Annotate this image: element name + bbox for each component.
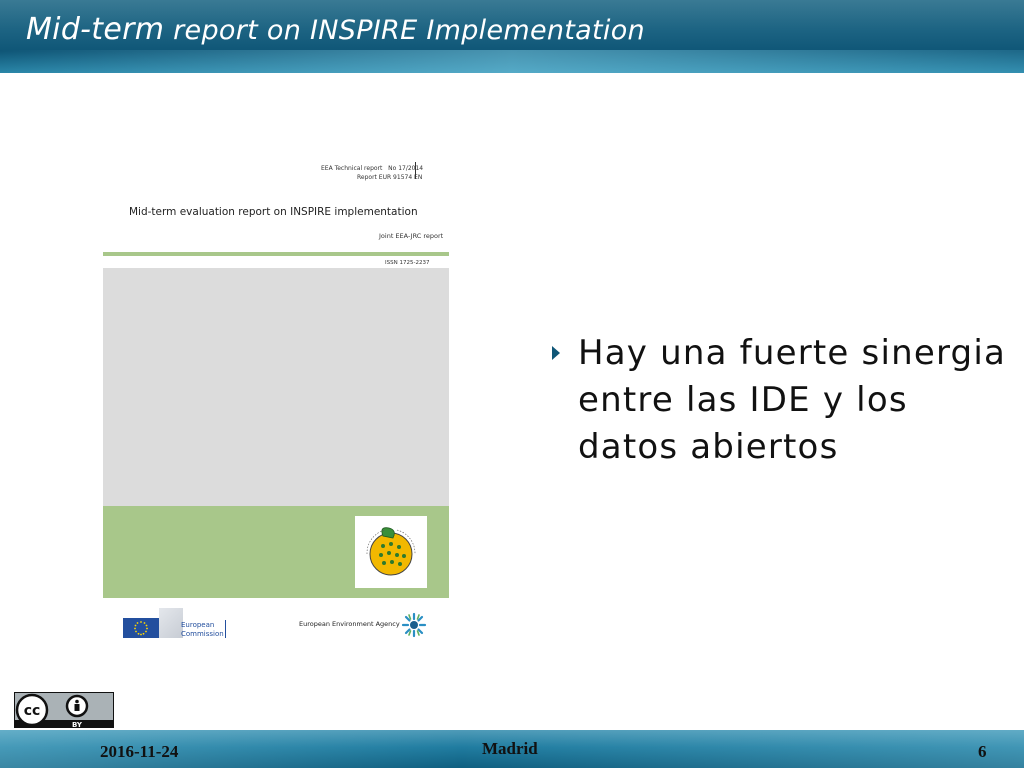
inspire-logo — [355, 516, 427, 588]
eu-flag — [123, 618, 159, 638]
cover-joint-report: Joint EEA-JRC report — [379, 232, 444, 240]
cover-tech-number: No 17/2014 — [388, 165, 424, 172]
footer-bar: 2016-11-24 Madrid 6 — [0, 730, 1024, 768]
cover-tech-report: EEA Technical report No 17/2014 Report E… — [321, 164, 423, 182]
cover-report-title: Mid-term evaluation report on INSPIRE im… — [129, 206, 418, 218]
footer-location: Madrid — [482, 739, 538, 758]
ec-label-line2: Commission — [181, 630, 224, 638]
cc-by-license-badge[interactable]: cc BY — [14, 692, 114, 729]
ec-building-graphic — [159, 608, 183, 638]
eea-sunburst-icon — [401, 612, 427, 638]
cover-gray-panel — [103, 268, 449, 506]
slide-title-sub: report on INSPIRE Implementation — [164, 15, 645, 46]
title-bar: Mid-term report on INSPIRE Implementatio… — [0, 0, 1024, 73]
footer-date: 2016-11-24 — [100, 742, 179, 761]
eea-logo — [401, 612, 427, 638]
bullet-text: Hay una fuerte sinergia entre las IDE y … — [578, 333, 1007, 467]
title-bar-swoosh — [0, 50, 1024, 73]
cover-divider — [415, 162, 416, 179]
inspire-globe-icon — [366, 527, 416, 576]
cover-green-bar — [103, 252, 449, 256]
eea-label: European Environment Agency — [299, 620, 400, 628]
eu-stars-icon — [134, 621, 148, 636]
report-cover-image: EEA Technical report No 17/2014 Report E… — [101, 146, 451, 642]
bullet-arrow-icon — [552, 346, 560, 360]
slide-number: 6 — [978, 742, 987, 761]
cover-tech-eur: Report EUR 91574 EN — [357, 174, 423, 181]
ec-label-line1: European — [181, 621, 215, 629]
cover-tech-series: EEA Technical report — [321, 165, 383, 172]
slide-title: Mid-term report on INSPIRE Implementatio… — [26, 12, 645, 47]
cc-by-icon: cc BY — [15, 693, 113, 729]
ec-label: European Commission — [181, 621, 224, 639]
cover-issn: ISSN 1725-2237 — [385, 260, 430, 266]
slide-title-main: Mid-term — [26, 12, 165, 47]
by-letters: BY — [72, 721, 83, 729]
cc-letters: cc — [24, 703, 41, 719]
ec-separator — [225, 620, 226, 638]
